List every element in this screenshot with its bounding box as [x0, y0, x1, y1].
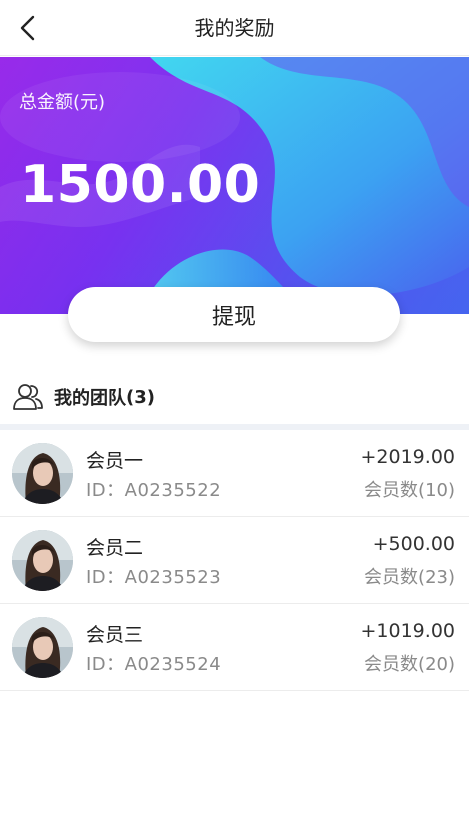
member-subcount: 会员数(20): [364, 654, 455, 675]
list-item[interactable]: 会员一 ID：A0235522 +2019.00 会员数(10): [0, 430, 469, 517]
member-id: ID：A0235522: [86, 480, 222, 501]
team-icon: [12, 381, 44, 413]
top-nav-bar: 我的奖励: [0, 0, 469, 56]
team-count: (3): [126, 386, 155, 408]
member-id: ID：A0235524: [86, 654, 222, 675]
member-list: 会员一 ID：A0235522 +2019.00 会员数(10) 会员二 ID：…: [0, 430, 469, 691]
avatar: [12, 617, 73, 678]
list-item[interactable]: 会员三 ID：A0235524 +1019.00 会员数(20): [0, 604, 469, 691]
rewards-page: 我的奖励 总金额(元) 1500.00 提现 我的团队 (3) 会员一 ID：A…: [0, 0, 469, 834]
withdraw-button[interactable]: 提现: [68, 287, 400, 342]
member-name: 会员三: [86, 624, 144, 646]
member-id: ID：A0235523: [86, 567, 222, 588]
total-amount-banner: 总金额(元) 1500.00: [0, 57, 469, 314]
member-reward-amount: +1019.00: [360, 620, 456, 642]
total-amount-value: 1500.00: [20, 155, 261, 215]
page-title: 我的奖励: [194, 16, 275, 40]
avatar: [12, 443, 73, 504]
member-reward-amount: +2019.00: [360, 446, 456, 468]
member-name: 会员一: [86, 450, 144, 472]
member-subcount: 会员数(10): [364, 480, 455, 501]
team-section-header: 我的团队 (3): [0, 372, 469, 422]
member-subcount: 会员数(23): [364, 567, 455, 588]
total-amount-label: 总金额(元): [19, 92, 106, 113]
team-title: 我的团队: [54, 388, 126, 409]
avatar: [12, 530, 73, 591]
member-name: 会员二: [86, 537, 144, 559]
list-item[interactable]: 会员二 ID：A0235523 +500.00 会员数(23): [0, 517, 469, 604]
member-reward-amount: +500.00: [372, 533, 455, 555]
